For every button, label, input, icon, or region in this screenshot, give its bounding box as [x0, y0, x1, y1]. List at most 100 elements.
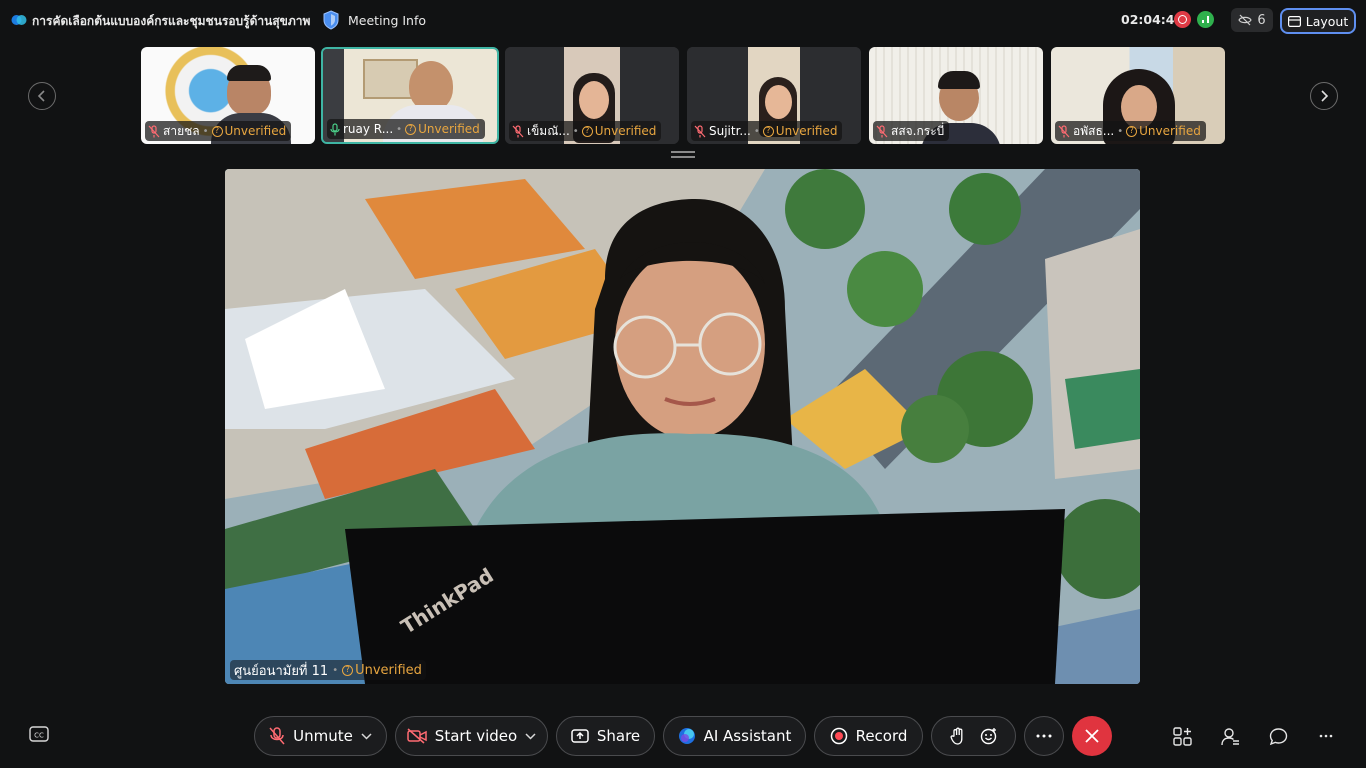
closed-captions-icon[interactable]: CC	[29, 726, 51, 744]
svg-text:CC: CC	[34, 732, 44, 740]
participant-tile[interactable]: สสจ.กระบี่	[869, 47, 1043, 144]
participant-name: Sujitr...	[709, 124, 751, 138]
close-icon	[1085, 729, 1099, 743]
participant-label: อพัสธ... • ? Unverified	[1055, 121, 1206, 141]
mic-muted-icon	[1058, 124, 1070, 137]
participants-icon	[1220, 727, 1239, 745]
eye-off-icon	[1238, 14, 1253, 26]
main-video-stage[interactable]: ThinkPad ศูนย์อนามัยที่ 11 • ? Unverified	[225, 169, 1140, 684]
unverified-label: Unverified	[1139, 124, 1201, 138]
unverified-icon: ?	[342, 664, 354, 676]
unverified-label: Unverified	[355, 662, 422, 678]
network-signal-icon[interactable]	[1197, 11, 1214, 28]
unverified-icon: ?	[581, 125, 593, 137]
more-horizontal-icon	[1036, 734, 1052, 738]
participant-label: สายชล • ? Unverified	[145, 121, 292, 141]
unverified-label: Unverified	[775, 124, 838, 138]
share-button[interactable]: Share	[556, 716, 655, 756]
unverified-icon: ?	[405, 123, 417, 135]
main-video-feed	[225, 169, 1140, 684]
video-off-icon	[407, 728, 427, 744]
chevron-down-icon[interactable]	[361, 732, 372, 740]
share-label: Share	[596, 727, 641, 745]
filmstrip-prev-button[interactable]	[28, 82, 56, 110]
participant-label: สสจ.กระบี่	[873, 121, 950, 141]
mic-muted-icon	[269, 727, 285, 745]
mic-on-icon	[330, 122, 340, 135]
unverified-label: Unverified	[594, 124, 657, 138]
participant-tile-active[interactable]: ruay R... • ? Unverified	[321, 47, 499, 144]
unverified-badge: ? Unverified	[211, 124, 287, 138]
leave-meeting-button[interactable]	[1072, 716, 1112, 756]
separator-dot: •	[332, 664, 339, 676]
unverified-label: Unverified	[418, 122, 480, 136]
mic-muted-icon	[148, 124, 160, 137]
chat-button[interactable]	[1267, 725, 1289, 747]
record-icon	[830, 727, 847, 745]
shield-icon	[323, 10, 339, 30]
participant-tile[interactable]: Sujitr... • ? Unverified	[687, 47, 861, 144]
unmute-label: Unmute	[293, 727, 353, 745]
participant-tile[interactable]: อพัสธ... • ? Unverified	[1051, 47, 1225, 144]
main-participant-name: ศูนย์อนามัยที่ 11	[234, 663, 329, 679]
participant-tile[interactable]: เข็มณั... • ? Unverified	[505, 47, 679, 144]
record-label: Record	[855, 727, 908, 745]
filmstrip-next-button[interactable]	[1310, 82, 1338, 110]
webex-logo-icon	[11, 15, 27, 25]
participant-label: Sujitr... • ? Unverified	[691, 121, 843, 141]
more-options-button[interactable]	[1024, 716, 1064, 756]
start-video-label: Start video	[434, 727, 518, 745]
raise-hand-icon[interactable]	[950, 727, 966, 745]
separator-dot: •	[572, 125, 579, 137]
main-video-label: ศูนย์อนามัยที่ 11 • ? Unverified	[230, 660, 426, 680]
layout-label: Layout	[1305, 13, 1349, 29]
separator-dot: •	[753, 125, 760, 137]
meeting-info-button[interactable]: Meeting Info	[322, 10, 426, 30]
separator-dot: •	[202, 125, 209, 137]
recording-indicator-icon[interactable]	[1174, 11, 1191, 28]
participants-button[interactable]	[1219, 725, 1241, 747]
ai-assistant-button[interactable]: AI Assistant	[663, 716, 806, 756]
more-horizontal-icon	[1319, 734, 1333, 738]
filmstrip-resize-handle[interactable]	[671, 151, 695, 158]
mic-muted-icon	[694, 124, 706, 137]
ai-assistant-label: AI Assistant	[703, 727, 792, 745]
more-panels-button[interactable]	[1315, 725, 1337, 747]
unverified-label: Unverified	[224, 124, 287, 138]
participant-video-person	[409, 61, 453, 111]
meeting-info-label: Meeting Info	[348, 12, 427, 28]
meeting-title: การคัดเลือกต้นแบบองค์กรและชุมชนรอบรู้ด้า…	[32, 14, 311, 28]
participant-video-hair	[938, 71, 980, 89]
participant-name: สายชล	[163, 123, 200, 138]
reactions-group[interactable]	[931, 716, 1016, 756]
unverified-badge: ? Unverified	[581, 124, 657, 138]
apps-button[interactable]	[1171, 725, 1193, 747]
unverified-icon: ?	[1126, 125, 1138, 137]
participant-name: อพัสธ...	[1073, 123, 1115, 138]
share-screen-icon	[571, 729, 589, 743]
chat-icon	[1269, 727, 1287, 745]
participant-label: เข็มณั... • ? Unverified	[509, 121, 662, 141]
participant-video-hair	[227, 65, 271, 81]
hidden-participants-button[interactable]: 6	[1231, 8, 1273, 32]
participant-video-person	[579, 81, 609, 119]
participant-name: เข็มณั...	[527, 123, 570, 138]
unmute-button[interactable]: Unmute	[254, 716, 387, 756]
participant-name: สสจ.กระบี่	[891, 123, 945, 138]
chevron-left-icon	[37, 90, 45, 102]
emoji-reaction-icon[interactable]	[980, 727, 998, 745]
top-bar: การคัดเลือกต้นแบบองค์กรและชุมชนรอบรู้ด้า…	[0, 0, 1366, 40]
unverified-badge: ? Unverified	[405, 122, 480, 136]
participant-name: ruay R...	[343, 122, 394, 136]
participant-video-person	[765, 85, 792, 119]
unverified-badge: ? Unverified	[1126, 124, 1201, 138]
separator-dot: •	[396, 123, 403, 135]
unverified-badge: ? Unverified	[342, 663, 422, 678]
start-video-button[interactable]: Start video	[395, 716, 548, 756]
participant-tile[interactable]: สายชล • ? Unverified	[141, 47, 315, 144]
ai-assistant-icon	[678, 728, 695, 744]
unverified-badge: ? Unverified	[762, 124, 838, 138]
record-button[interactable]: Record	[814, 716, 923, 756]
layout-button[interactable]: Layout	[1280, 8, 1356, 34]
chevron-down-icon[interactable]	[525, 732, 536, 740]
